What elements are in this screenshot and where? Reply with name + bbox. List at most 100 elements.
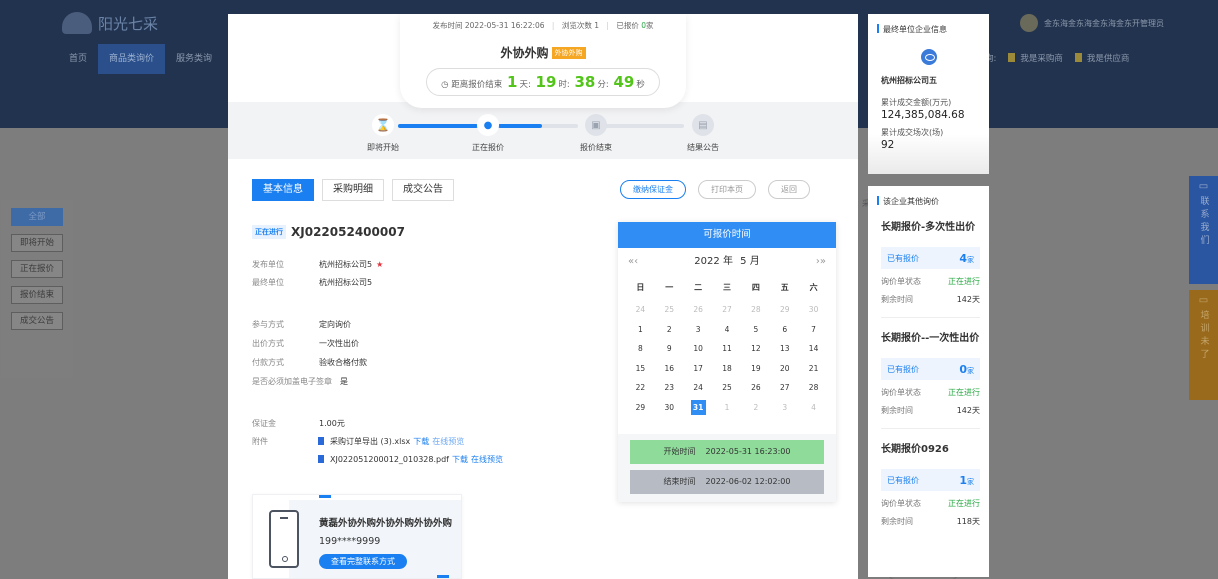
calendar-day[interactable]: 29 (770, 300, 799, 320)
field-value: 一次性出价 (319, 339, 359, 348)
quoted-count: 1 (959, 473, 967, 487)
training-tab[interactable]: ▭ 培训未了 (1189, 290, 1218, 400)
inquiry-name[interactable]: 长期报价-多次性出价 (881, 218, 980, 233)
attachment-name: 采购订单导出 (3).xlsx (330, 437, 411, 446)
role-buyer[interactable]: 我是采购商 (1008, 52, 1063, 64)
nav-home[interactable]: 首页 (58, 44, 98, 74)
calendar-day[interactable]: 4 (799, 398, 828, 418)
inquiry-name[interactable]: 长期报价0926 (881, 440, 980, 455)
inquiry-list-item[interactable]: 长期报价0926 已有报价 1家 询价单状态 正在进行 剩余时间 118天 (868, 440, 989, 527)
calendar-day[interactable]: 28 (799, 378, 828, 398)
calendar-day[interactable]: 9 (655, 339, 684, 359)
calendar-day[interactable]: 27 (713, 300, 742, 320)
view-contact-button[interactable]: 查看完整联系方式 (319, 554, 407, 569)
nav-service-inquiry[interactable]: 服务类询 (165, 44, 223, 74)
role-supplier[interactable]: 我是供应商 (1074, 52, 1129, 64)
calendar-day[interactable]: 29 (626, 398, 655, 418)
preview-link[interactable]: 在线预览 (471, 455, 503, 464)
calendar-day[interactable]: 6 (770, 320, 799, 340)
status-label: 询价单状态 (881, 388, 921, 397)
calendar-day[interactable]: 23 (655, 378, 684, 398)
calendar-day-today[interactable]: 31 (684, 398, 713, 418)
calendar-day[interactable]: 3 (684, 320, 713, 340)
status-label: 询价单状态 (881, 499, 921, 508)
status-row: 询价单状态 正在进行 (881, 498, 980, 509)
start-time: 2022-05-31 16:23:00 (705, 447, 791, 456)
views-label: 浏览次数 (561, 21, 592, 30)
calendar-day[interactable]: 4 (713, 320, 742, 340)
calendar-day[interactable]: 19 (741, 359, 770, 379)
calendar-day[interactable]: 30 (799, 300, 828, 320)
preview-link[interactable]: 在线预览 (432, 437, 464, 446)
back-button[interactable]: 返回 (768, 180, 810, 199)
calendar-day[interactable]: 28 (741, 300, 770, 320)
calendar-day[interactable]: 2 (655, 320, 684, 340)
calendar-day[interactable]: 13 (770, 339, 799, 359)
remain-label: 剩余时间 (881, 406, 913, 415)
action-buttons: 缴纳保证金 打印本页 返回 (620, 180, 810, 199)
publisher-link[interactable]: 杭州招标公司5 (319, 260, 372, 269)
pay-deposit-button[interactable]: 缴纳保证金 (620, 180, 686, 199)
calendar-day[interactable]: 8 (626, 339, 655, 359)
calendar-day[interactable]: 25 (655, 300, 684, 320)
calendar-day[interactable]: 26 (741, 378, 770, 398)
calendar-day[interactable]: 2 (741, 398, 770, 418)
calendar-day[interactable]: 3 (770, 398, 799, 418)
calendar-day[interactable]: 1 (626, 320, 655, 340)
calendar-day[interactable]: 27 (770, 378, 799, 398)
calendar-day[interactable]: 25 (713, 378, 742, 398)
quoted-count: 4 (959, 251, 967, 265)
remain-label: 剩余时间 (881, 295, 913, 304)
calendar-day[interactable]: 22 (626, 378, 655, 398)
filter-quoting[interactable]: 正在报价 (11, 260, 63, 278)
calendar-day[interactable]: 20 (770, 359, 799, 379)
calendar-day[interactable]: 24 (684, 378, 713, 398)
tab-basic-info[interactable]: 基本信息 (252, 179, 314, 201)
filter-announcement[interactable]: 成交公告 (11, 312, 63, 330)
calendar-day[interactable]: 1 (713, 398, 742, 418)
calendar-day[interactable]: 26 (684, 300, 713, 320)
calendar-day[interactable]: 12 (741, 339, 770, 359)
calendar-day[interactable]: 10 (684, 339, 713, 359)
contact-card: 黄磊外协外购外协外购外协外购 199****9999 查看完整联系方式 (252, 494, 462, 579)
calendar-day[interactable]: 15 (626, 359, 655, 379)
start-time-box: 开始时间 2022-05-31 16:23:00 (630, 440, 824, 464)
filter-upcoming[interactable]: 即将开始 (11, 234, 63, 252)
calendar-day[interactable]: 5 (741, 320, 770, 340)
portal-logo[interactable]: 阳光七采 (62, 12, 158, 34)
user-info[interactable]: 金东海金东海金东海金东开管理员 (1020, 14, 1164, 32)
favorite-star-icon[interactable]: ★ (376, 260, 383, 269)
company-name[interactable]: 杭州招标公司五 (868, 65, 989, 86)
filter-ended[interactable]: 报价结束 (11, 286, 63, 304)
filter-all[interactable]: 全部 (11, 208, 63, 226)
calendar-day[interactable]: 24 (626, 300, 655, 320)
prev-month-button[interactable]: «‹ (628, 248, 638, 276)
calendar-day[interactable]: 17 (684, 359, 713, 379)
next-month-button[interactable]: ›» (816, 248, 826, 276)
other-inquiries-card: 该企业其他询价 长期报价-多次性出价 已有报价 4家 询价单状态 正在进行 剩余时间 142… (868, 186, 989, 577)
download-link[interactable]: 下载 (452, 455, 468, 464)
nav-goods-inquiry[interactable]: 商品类询价 (98, 44, 166, 74)
inquiry-list-item[interactable]: 长期报价--一次性出价 已有报价 0家 询价单状态 正在进行 剩余时间 142天 (868, 329, 989, 429)
calendar-day[interactable]: 7 (799, 320, 828, 340)
tab-purchase-detail[interactable]: 采购明细 (322, 179, 384, 201)
inquiry-name[interactable]: 长期报价--一次性出价 (881, 329, 980, 344)
end-time-label: 结束时间 (663, 477, 696, 486)
calendar-day[interactable]: 11 (713, 339, 742, 359)
inquiry-list-item[interactable]: 长期报价-多次性出价 已有报价 4家 询价单状态 正在进行 剩余时间 142天 (868, 218, 989, 318)
calendar-day[interactable]: 16 (655, 359, 684, 379)
calendar-day[interactable]: 30 (655, 398, 684, 418)
download-link[interactable]: 下载 (413, 437, 429, 446)
calendar-day[interactable]: 18 (713, 359, 742, 379)
calendar-day[interactable]: 14 (799, 339, 828, 359)
countdown-timer: ◷ 距离报价结束 1 天: 19 时: 38 分: 49 秒 (426, 68, 660, 96)
field-label: 最终单位 (252, 278, 284, 287)
calendar-day[interactable]: 21 (799, 359, 828, 379)
publish-meta: 发布时间 2022-05-31 16:22:06 | 浏览次数 1 | 已报价 … (400, 20, 686, 31)
contact-us-tab[interactable]: ▭ 联系我们 (1189, 176, 1218, 284)
tab-deal-announcement[interactable]: 成交公告 (392, 179, 454, 201)
print-button[interactable]: 打印本页 (698, 180, 756, 199)
field-label: 保证金 (252, 419, 276, 428)
field-label: 付款方式 (252, 358, 284, 367)
status-value: 正在进行 (948, 499, 980, 508)
